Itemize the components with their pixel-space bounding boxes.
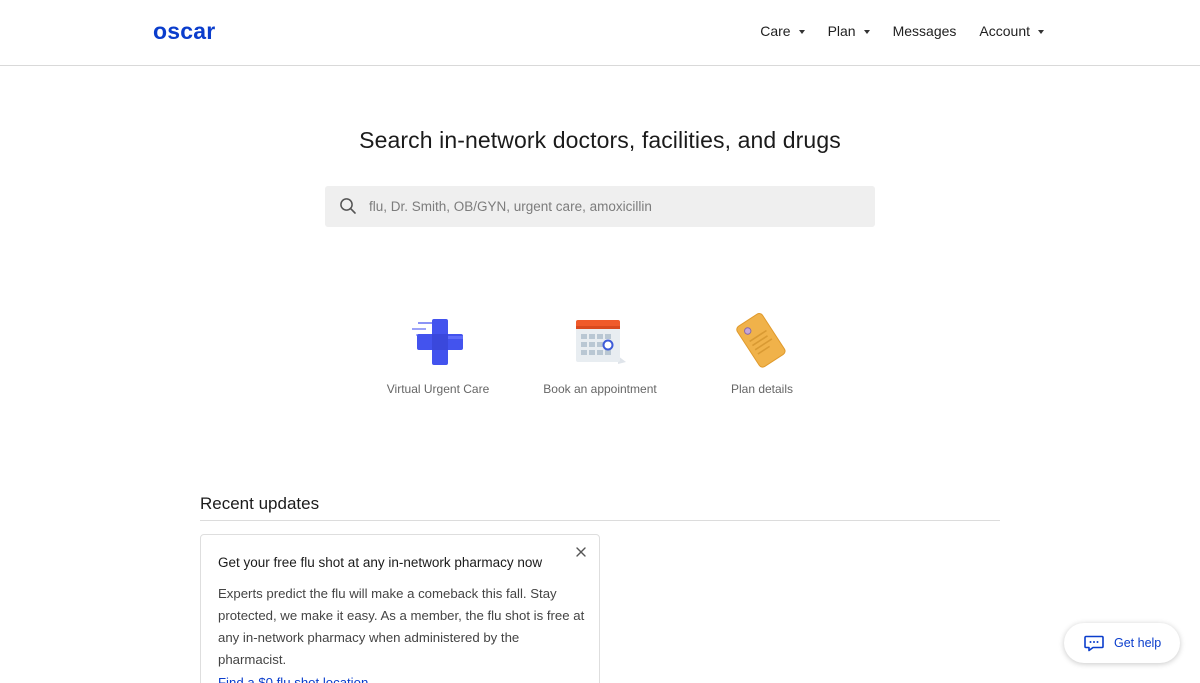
update-card-title: Get your free flu shot at any in-network… bbox=[218, 555, 543, 570]
calendar-icon bbox=[576, 320, 626, 364]
chevron-down-icon bbox=[863, 29, 870, 34]
oscar-logo[interactable]: oscar bbox=[153, 18, 215, 45]
find-flu-shot-link[interactable]: Find a $0 flu shot location bbox=[218, 675, 582, 683]
top-navigation-bar: oscar Care Plan Messages Account bbox=[0, 0, 1200, 66]
close-icon[interactable] bbox=[575, 546, 587, 558]
nav-plan[interactable]: Plan bbox=[828, 23, 870, 39]
medical-cross-icon bbox=[412, 319, 463, 365]
search-input[interactable] bbox=[369, 186, 859, 227]
chat-icon bbox=[1084, 635, 1104, 652]
quick-action-book-appointment[interactable]: Book an appointment bbox=[525, 312, 675, 396]
search-bar bbox=[325, 186, 875, 227]
quick-action-plan-details[interactable]: Plan details bbox=[687, 312, 837, 396]
nav-care-label: Care bbox=[760, 23, 791, 39]
nav-messages-label: Messages bbox=[892, 23, 957, 39]
update-card: Get your free flu shot at any in-network… bbox=[200, 534, 600, 683]
chevron-down-icon bbox=[798, 29, 805, 34]
main-nav: Care Plan Messages Account bbox=[760, 0, 1044, 62]
quick-action-label: Book an appointment bbox=[543, 382, 657, 396]
section-divider bbox=[200, 520, 1000, 521]
update-card-body: Experts predict the flu will make a come… bbox=[218, 586, 585, 667]
nav-account[interactable]: Account bbox=[979, 23, 1044, 39]
get-help-button[interactable]: Get help bbox=[1064, 623, 1180, 663]
nav-care[interactable]: Care bbox=[760, 23, 805, 39]
search-icon bbox=[340, 198, 356, 214]
get-help-label: Get help bbox=[1114, 636, 1162, 650]
page-title: Search in-network doctors, facilities, a… bbox=[359, 127, 841, 153]
nav-messages[interactable]: Messages bbox=[893, 23, 957, 39]
quick-action-label: Plan details bbox=[730, 382, 794, 396]
id-card-icon bbox=[736, 313, 786, 368]
section-title: Recent updates bbox=[200, 494, 320, 513]
chevron-down-icon bbox=[1038, 29, 1044, 34]
quick-action-virtual-urgent-care[interactable]: Virtual Urgent Care bbox=[363, 312, 513, 396]
quick-action-label: Virtual Urgent Care bbox=[386, 382, 490, 396]
nav-plan-label: Plan bbox=[827, 23, 856, 39]
nav-account-label: Account bbox=[979, 23, 1030, 39]
